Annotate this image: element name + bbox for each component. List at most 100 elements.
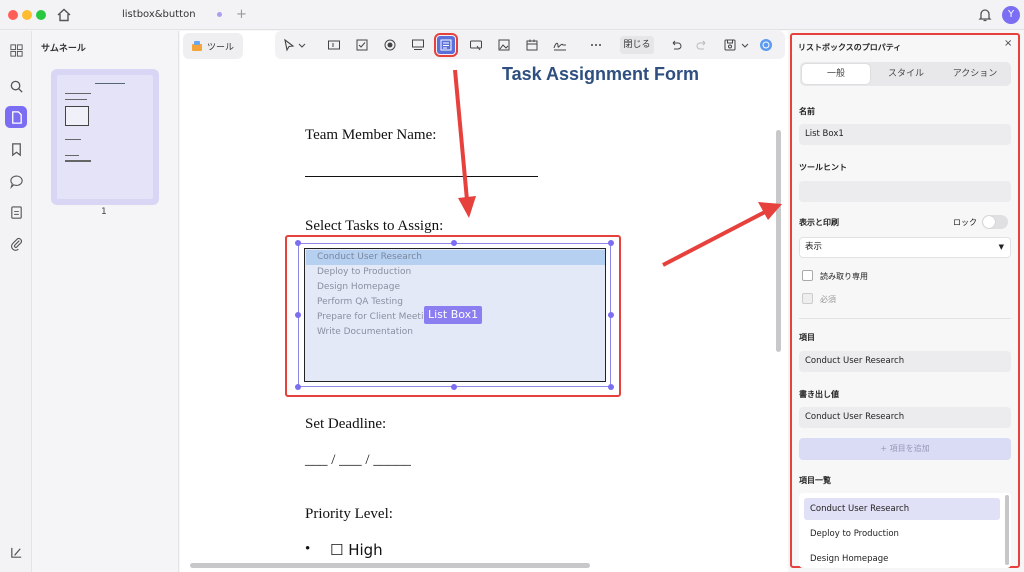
horizontal-scrollbar[interactable] (190, 563, 590, 568)
toolbox-icon (192, 41, 202, 51)
export-value-field[interactable]: Conduct User Research (799, 407, 1011, 428)
bell-icon[interactable] (977, 7, 993, 23)
avatar[interactable]: Y (1002, 6, 1020, 24)
item-label: 項目 (799, 333, 815, 342)
close-icon[interactable]: × (1004, 38, 1012, 49)
minimize-window-button[interactable] (22, 10, 32, 20)
section-divider (799, 318, 1011, 319)
item-list-scrollbar[interactable] (1005, 495, 1009, 565)
ai-assistant-icon[interactable] (757, 36, 775, 54)
left-rail (0, 31, 32, 572)
search-icon[interactable] (5, 75, 27, 97)
item-list-label: 項目一覧 (799, 476, 831, 485)
chevron-down-icon: ▼ (998, 243, 1004, 251)
tab-style[interactable]: スタイル (872, 64, 940, 84)
tab-general[interactable]: 一般 (802, 64, 870, 84)
page-icon[interactable] (5, 106, 27, 128)
vertical-scrollbar[interactable] (776, 130, 781, 352)
close-window-button[interactable] (8, 10, 18, 20)
team-member-label: Team Member Name: (305, 127, 437, 143)
resize-handle[interactable] (451, 384, 457, 390)
radio-button-icon[interactable] (381, 36, 399, 54)
tools-label: ツール (207, 42, 235, 53)
tooltip-label: ツールヒント (799, 163, 847, 172)
more-icon[interactable] (587, 36, 605, 54)
name-label: 名前 (799, 107, 815, 116)
item-field[interactable]: Conduct User Research (799, 351, 1011, 372)
priority-option-high[interactable]: ☐ High (330, 541, 383, 559)
list-item[interactable]: Write Documentation (306, 325, 605, 340)
document-title: Task Assignment Form (502, 64, 700, 84)
comment-icon[interactable] (5, 170, 27, 192)
display-print-label: 表示と印刷 (799, 218, 839, 227)
undo-icon[interactable] (667, 36, 685, 54)
home-icon[interactable] (56, 7, 72, 23)
thumbnail-page-number: 1 (101, 207, 107, 217)
panel-title: リストボックスのプロパティ (798, 43, 902, 52)
display-select[interactable]: 表示 ▼ (799, 237, 1011, 258)
page-thumbnail[interactable] (51, 69, 159, 205)
checkbox-icon[interactable] (353, 36, 371, 54)
field-name-tag: List Box1 (424, 306, 483, 324)
export-value-label: 書き出し値 (799, 390, 839, 399)
priority-label: Priority Level: (305, 506, 393, 522)
pointer-icon[interactable] (280, 36, 298, 54)
thumbnail-panel: サムネール 1 (33, 31, 179, 572)
thumbnail-page-preview (57, 75, 153, 199)
team-member-underline (305, 176, 538, 177)
lock-label: ロック (953, 218, 977, 227)
item-list-entry[interactable]: Deploy to Production (804, 523, 1000, 545)
date-field-icon[interactable] (523, 36, 541, 54)
thumbnail-panel-title: サムネール (41, 44, 86, 54)
resize-handle[interactable] (451, 240, 457, 246)
tab-action[interactable]: アクション (941, 64, 1009, 84)
bookmark-icon[interactable] (5, 138, 27, 160)
combo-box-icon[interactable] (409, 36, 427, 54)
grid-icon[interactable] (5, 39, 27, 61)
redo-icon[interactable] (693, 36, 711, 54)
save-icon[interactable] (721, 36, 739, 54)
maximize-window-button[interactable] (36, 10, 46, 20)
form-icon[interactable] (5, 201, 27, 223)
signature-icon[interactable] (551, 36, 569, 54)
item-list-entry[interactable]: Conduct User Research (804, 498, 1000, 520)
document-tab-label: listbox&button (122, 9, 196, 20)
document-tab[interactable]: listbox&button (112, 0, 232, 30)
title-bar: listbox&button + Y (0, 0, 1024, 30)
sidebar-toggle-icon[interactable] (5, 541, 27, 563)
tooltip-field[interactable] (799, 181, 1011, 202)
tools-button[interactable]: ツール (183, 33, 243, 59)
form-toolbar (275, 31, 785, 59)
resize-handle[interactable] (295, 312, 301, 318)
save-menu-chevron-icon[interactable] (740, 36, 750, 54)
unsaved-indicator (217, 12, 222, 17)
resize-handle[interactable] (295, 384, 301, 390)
resize-handle[interactable] (608, 312, 614, 318)
select-tasks-label: Select Tasks to Assign: (305, 218, 444, 234)
required-label: 必須 (820, 295, 836, 304)
readonly-checkbox[interactable] (802, 270, 813, 281)
attachment-icon[interactable] (5, 232, 27, 254)
resize-handle[interactable] (295, 240, 301, 246)
image-field-icon[interactable] (495, 36, 513, 54)
new-tab-button[interactable]: + (236, 7, 247, 22)
close-form-mode-button[interactable]: 閉じる (620, 36, 654, 54)
list-item[interactable]: Conduct User Research (306, 250, 605, 265)
list-box-icon[interactable] (434, 33, 458, 57)
property-tabs: 一般 スタイル アクション (800, 62, 1011, 86)
lock-toggle[interactable] (982, 215, 1008, 229)
display-select-value: 表示 (805, 242, 823, 252)
resize-handle[interactable] (608, 240, 614, 246)
text-field-icon[interactable] (325, 36, 343, 54)
deadline-label: Set Deadline: (305, 416, 387, 432)
button-field-icon[interactable] (467, 36, 485, 54)
name-field[interactable]: List Box1 (799, 124, 1011, 145)
list-item[interactable]: Deploy to Production (306, 265, 605, 280)
chevron-down-icon[interactable] (297, 36, 307, 54)
required-checkbox[interactable] (802, 293, 813, 304)
item-list-entry[interactable]: Design Homepage (804, 548, 1000, 568)
add-item-button[interactable]: + 項目を追加 (799, 438, 1011, 460)
priority-bullet: • (305, 541, 311, 557)
list-item[interactable]: Design Homepage (306, 280, 605, 295)
resize-handle[interactable] (608, 384, 614, 390)
